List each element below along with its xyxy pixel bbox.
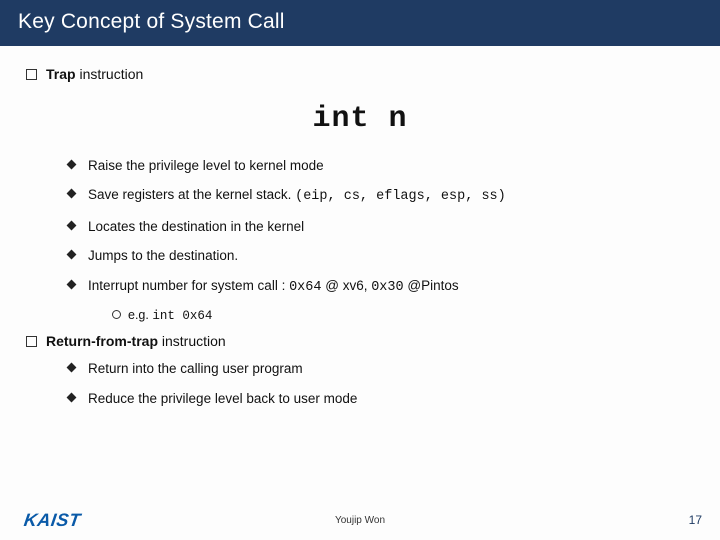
return-label-wrap: Return-from-trap instruction (46, 333, 226, 349)
page-number: 17 (689, 513, 702, 527)
bullet-jump-dest: Jumps to the destination. (68, 246, 696, 266)
bullet-text: Interrupt number for system call : (88, 278, 289, 293)
bullet-text: @Pintos (404, 278, 459, 293)
slide-footer: KAIST Youjip Won 17 (0, 500, 720, 540)
bullet-code: 0x64 (289, 280, 321, 295)
trap-bold: Trap (46, 66, 76, 82)
slide-content: Trap instruction int n Raise the privile… (0, 46, 720, 408)
trap-rest: instruction (76, 66, 144, 82)
slide-title-bar: Key Concept of System Call (0, 0, 720, 46)
bullet-text: Return into the calling user program (88, 361, 303, 376)
trap-sublist: Raise the privilege level to kernel mode… (24, 156, 696, 298)
return-bold: Return-from-trap (46, 333, 158, 349)
slide-title: Key Concept of System Call (18, 10, 285, 33)
bullet-save-registers: Save registers at the kernel stack. (eip… (68, 185, 696, 207)
return-rest: instruction (158, 333, 226, 349)
trap-label: Trap instruction (46, 66, 143, 82)
bullet-code: 0x30 (371, 280, 403, 295)
bullet-text: Raise the privilege level to kernel mode (88, 158, 324, 173)
kaist-logo: KAIST (23, 510, 82, 531)
section-return-from-trap: Return-from-trap instruction (24, 331, 696, 351)
section-trap: Trap instruction (24, 64, 696, 84)
example-code: int 0x64 (152, 309, 212, 323)
bullet-text: Save registers at the kernel stack. (88, 187, 295, 202)
author-name: Youjip Won (335, 515, 385, 526)
example-list: e.g. int 0x64 (24, 306, 696, 325)
bullet-return-user: Return into the calling user program (68, 359, 696, 379)
bullet-text: Reduce the privilege level back to user … (88, 391, 357, 406)
return-sublist: Return into the calling user program Red… (24, 359, 696, 408)
example-prefix: e.g. (128, 308, 152, 322)
bullet-interrupt-number: Interrupt number for system call : 0x64 … (68, 276, 696, 298)
bullet-reduce-privilege: Reduce the privilege level back to user … (68, 389, 696, 409)
bullet-raise-privilege: Raise the privilege level to kernel mode (68, 156, 696, 176)
bullet-text: @ xv6, (321, 278, 371, 293)
centered-code: int n (24, 98, 696, 142)
bullet-locate-dest: Locates the destination in the kernel (68, 217, 696, 237)
bullet-text: Jumps to the destination. (88, 248, 238, 263)
bullet-text: Locates the destination in the kernel (88, 219, 304, 234)
bullet-code: (eip, cs, eflags, esp, ss) (295, 189, 506, 204)
example-int-0x64: e.g. int 0x64 (112, 306, 696, 325)
